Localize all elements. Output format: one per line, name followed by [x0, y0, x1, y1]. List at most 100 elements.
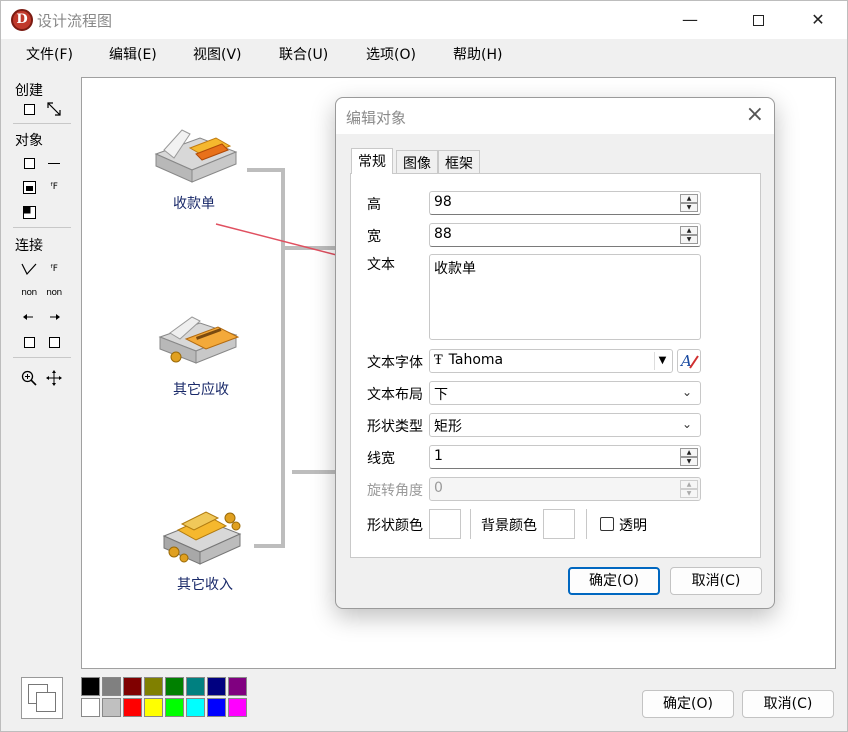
connect-elbow-tool[interactable]	[19, 259, 39, 279]
object-text-tool[interactable]: ᶠF	[44, 177, 64, 197]
font-combo[interactable]: Ŧ Tahoma ▼	[429, 349, 673, 373]
maximize-button[interactable]	[735, 1, 781, 39]
dialog-title: 编辑对象	[346, 109, 407, 127]
palette-swatch[interactable]	[228, 698, 247, 717]
move-tool[interactable]	[44, 368, 64, 388]
menu-options[interactable]: 选项(O)	[366, 44, 416, 64]
menu-edit[interactable]: 编辑(E)	[109, 44, 157, 64]
object-line-tool[interactable]	[44, 153, 64, 173]
palette-swatch[interactable]	[228, 677, 247, 696]
close-button[interactable]: ✕	[795, 1, 841, 39]
other-income-node-icon[interactable]	[160, 506, 246, 570]
object-fill-tool[interactable]	[19, 202, 39, 222]
spin-up-icon[interactable]: ▲	[680, 448, 698, 457]
tab-frame[interactable]: 框架	[438, 150, 480, 173]
object-rect-tool[interactable]	[19, 153, 39, 173]
title-bar: D 设计流程图 — ✕	[1, 1, 847, 39]
palette-swatch[interactable]	[81, 698, 100, 717]
palette-swatch[interactable]	[123, 698, 142, 717]
connect-text-tool[interactable]: ᶠF	[44, 259, 64, 279]
zoom-tool[interactable]	[19, 368, 39, 388]
font-value: Tahoma	[448, 352, 504, 368]
connect-style-tool-b[interactable]: non	[44, 283, 64, 303]
other-receivable-node-icon[interactable]	[156, 313, 242, 369]
dialog-cancel-button[interactable]: 取消(C)	[670, 567, 762, 595]
connect-style-tool-a[interactable]: non	[19, 283, 39, 303]
tab-general[interactable]: 常规	[351, 148, 393, 174]
palette-swatch[interactable]	[165, 698, 184, 717]
create-resize-tool[interactable]	[44, 99, 64, 119]
close-icon: ×	[745, 102, 764, 127]
create-rect-tool[interactable]	[19, 99, 39, 119]
line-width-input[interactable]: 1 ▲ ▼	[429, 445, 701, 469]
main-ok-button[interactable]: 确定(O)	[642, 690, 734, 718]
menu-union[interactable]: 联合(U)	[279, 44, 328, 64]
transparent-label: 透明	[619, 518, 647, 534]
shape-combo[interactable]: 矩形 ⌄	[429, 413, 701, 437]
palette-swatch[interactable]	[102, 698, 121, 717]
box-icon	[23, 336, 35, 348]
spin-down-icon[interactable]: ▼	[680, 457, 698, 466]
height-value: 98	[434, 194, 452, 210]
text-area[interactable]: 收款单	[429, 254, 701, 340]
receipt-node-icon[interactable]	[150, 128, 242, 188]
text-label: 文本	[367, 257, 395, 273]
spin-down-icon[interactable]: ▼	[680, 235, 698, 244]
box-icon	[48, 336, 60, 348]
palette-swatch[interactable]	[207, 698, 226, 717]
spin-up-icon[interactable]: ▲	[680, 226, 698, 235]
connect-arrow-left-tool[interactable]	[19, 307, 39, 327]
line-width-spinner[interactable]: ▲ ▼	[680, 448, 698, 466]
rectangle-icon	[23, 103, 35, 115]
maximize-icon	[752, 15, 764, 26]
toolbox-separator	[13, 357, 71, 358]
palette-swatch[interactable]	[144, 677, 163, 696]
dialog-ok-button[interactable]: 确定(O)	[568, 567, 660, 595]
transparent-checkbox[interactable]	[600, 517, 614, 531]
connect-box-b-tool[interactable]	[44, 332, 64, 352]
toolbox-separator	[13, 227, 71, 228]
connector-line	[247, 168, 285, 172]
palette-swatch[interactable]	[165, 677, 184, 696]
menu-view[interactable]: 视图(V)	[193, 44, 242, 64]
height-input[interactable]: 98 ▲ ▼	[429, 191, 701, 215]
toolbox-separator	[13, 123, 71, 124]
menu-bar: 文件(F) 编辑(E) 视图(V) 联合(U) 选项(O) 帮助(H)	[1, 39, 847, 67]
shape-value: 矩形	[434, 419, 462, 435]
palette-swatch[interactable]	[144, 698, 163, 717]
spin-down-icon[interactable]: ▼	[680, 203, 698, 212]
height-spinner[interactable]: ▲ ▼	[680, 194, 698, 212]
line-icon	[48, 162, 60, 164]
object-image-tool[interactable]	[19, 177, 39, 197]
menu-file[interactable]: 文件(F)	[26, 44, 73, 64]
palette-swatch[interactable]	[102, 677, 121, 696]
current-color-swatch[interactable]	[21, 677, 63, 719]
node-label: 其它收入	[177, 577, 233, 593]
connect-box-a-tool[interactable]	[19, 332, 39, 352]
main-cancel-button[interactable]: 取消(C)	[742, 690, 834, 718]
width-input[interactable]: 88 ▲ ▼	[429, 223, 701, 247]
bg-color-well[interactable]	[543, 509, 575, 539]
palette-swatch[interactable]	[123, 677, 142, 696]
tab-image[interactable]: 图像	[396, 150, 438, 173]
dropdown-arrow-icon[interactable]: ▼	[654, 352, 670, 370]
dialog-close-button[interactable]: ×	[746, 102, 764, 127]
menu-help[interactable]: 帮助(H)	[453, 44, 502, 64]
spin-up-icon[interactable]: ▲	[680, 194, 698, 203]
font-color-button[interactable]: A	[677, 349, 701, 373]
image-frame-icon	[22, 180, 36, 194]
width-value: 88	[434, 226, 452, 242]
dialog-title-bar: 编辑对象 ×	[336, 98, 774, 134]
connect-arrow-right-tool[interactable]	[44, 307, 64, 327]
palette-swatch[interactable]	[81, 677, 100, 696]
palette-swatch[interactable]	[186, 698, 205, 717]
palette-swatch[interactable]	[207, 677, 226, 696]
layout-label: 文本布局	[367, 387, 423, 403]
spin-up-icon: ▲	[680, 480, 698, 489]
palette-swatch[interactable]	[186, 677, 205, 696]
minimize-button[interactable]: —	[667, 1, 713, 39]
line-style-icon: non	[46, 288, 62, 298]
shape-color-well[interactable]	[429, 509, 461, 539]
width-spinner[interactable]: ▲ ▼	[680, 226, 698, 244]
layout-combo[interactable]: 下 ⌄	[429, 381, 701, 405]
